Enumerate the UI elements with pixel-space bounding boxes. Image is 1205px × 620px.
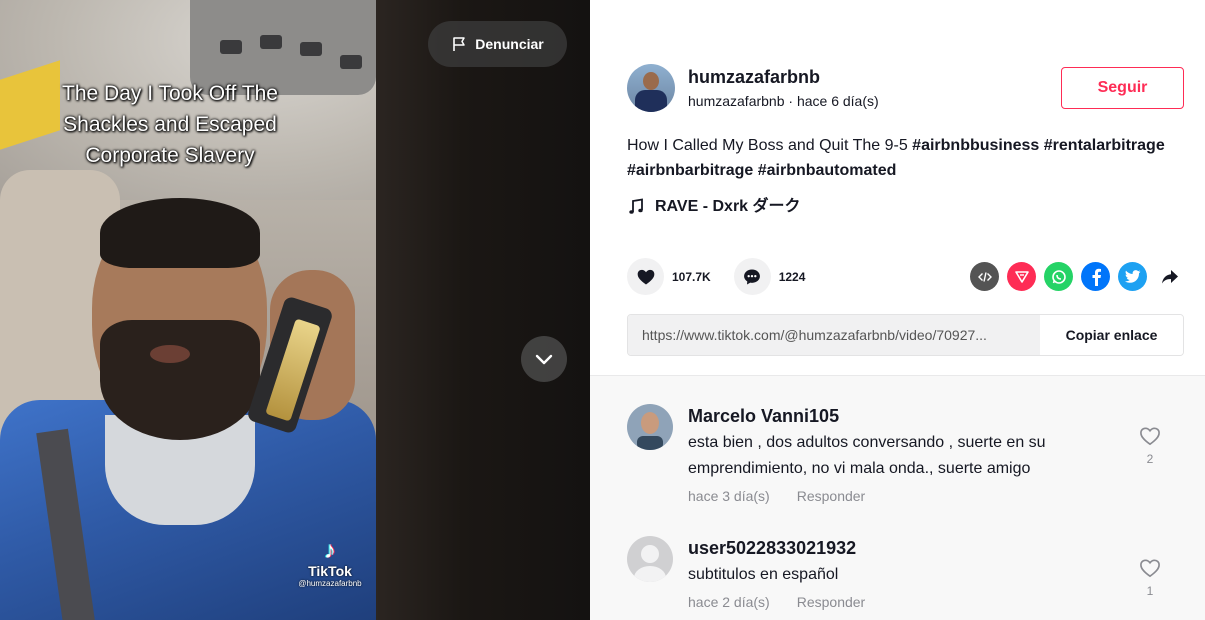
caption-line: Corporate Slavery bbox=[85, 144, 255, 167]
comment-time: hace 2 día(s) bbox=[688, 594, 770, 610]
facebook-icon[interactable] bbox=[1081, 262, 1110, 291]
comment-body: Marcelo Vanni105 esta bien , dos adultos… bbox=[688, 404, 1118, 504]
console-button bbox=[300, 42, 322, 56]
engagement-stats: 107.7K 1224 bbox=[627, 258, 828, 295]
watermark-handle: @humzazafarbnb bbox=[298, 579, 362, 588]
author-name[interactable]: humzazafarbnb bbox=[688, 65, 879, 89]
author-subtitle: humzazafarbnb · hace 6 día(s) bbox=[688, 93, 879, 109]
author-avatar[interactable] bbox=[627, 64, 675, 112]
person-hair bbox=[100, 198, 260, 268]
console-button bbox=[340, 55, 362, 69]
music-note-icon bbox=[629, 198, 643, 214]
copy-link-box: https://www.tiktok.com/@humzazafarbnb/vi… bbox=[627, 314, 1184, 356]
heart-outline-icon bbox=[1140, 427, 1160, 446]
avatar-face bbox=[643, 72, 659, 90]
comment-text: esta bien , dos adultos conversando , su… bbox=[688, 434, 1046, 477]
video-url-field[interactable]: https://www.tiktok.com/@humzazafarbnb/vi… bbox=[628, 315, 1040, 355]
tiktok-logo-icon: ♪ bbox=[324, 537, 336, 564]
video-player[interactable]: The Day I Took Off The Shackles and Esca… bbox=[0, 0, 590, 620]
watermark-brand: TikTok bbox=[308, 563, 352, 579]
send-icon[interactable] bbox=[1007, 262, 1036, 291]
comment-time: hace 3 día(s) bbox=[688, 488, 770, 504]
details-panel: humzazafarbnb humzazafarbnb · hace 6 día… bbox=[590, 0, 1205, 620]
console-button bbox=[220, 40, 242, 54]
next-video-button[interactable] bbox=[521, 336, 567, 382]
person-mouth bbox=[150, 345, 190, 363]
twitter-icon[interactable] bbox=[1118, 262, 1147, 291]
tiktok-video-page: The Day I Took Off The Shackles and Esca… bbox=[0, 0, 1205, 620]
comment-text: subtitulos en español bbox=[688, 566, 839, 583]
whatsapp-icon[interactable] bbox=[1044, 262, 1073, 291]
tiktok-watermark: ♪ TikTok @humzazafarbnb bbox=[285, 538, 375, 589]
report-button[interactable]: Denunciar bbox=[428, 21, 567, 67]
follow-button[interactable]: Seguir bbox=[1061, 67, 1184, 109]
video-description: How I Called My Boss and Quit The 9-5 #a… bbox=[627, 133, 1167, 183]
like-count: 107.7K bbox=[672, 269, 711, 284]
comment-stat[interactable]: 1224 bbox=[733, 258, 806, 295]
comment-like[interactable]: 1 bbox=[1137, 558, 1163, 598]
comment-bubble-icon bbox=[744, 269, 761, 284]
author-header: humzazafarbnb humzazafarbnb · hace 6 día… bbox=[627, 64, 879, 112]
comments-section: Marcelo Vanni105 esta bien , dos adultos… bbox=[590, 375, 1205, 620]
embed-icon[interactable] bbox=[970, 262, 999, 291]
comment-button[interactable] bbox=[733, 258, 771, 295]
comment-like-count: 2 bbox=[1146, 452, 1154, 466]
comment-meta: hace 3 día(s) Responder bbox=[688, 488, 1118, 504]
reply-link[interactable]: Responder bbox=[797, 488, 866, 504]
commenter-name[interactable]: user5022833021932 bbox=[688, 536, 1118, 560]
comment-like[interactable]: 2 bbox=[1137, 426, 1163, 466]
reply-link[interactable]: Responder bbox=[797, 594, 866, 610]
like-stat[interactable]: 107.7K bbox=[627, 258, 711, 295]
commenter-avatar[interactable] bbox=[627, 404, 673, 450]
video-blur-background bbox=[376, 0, 590, 620]
like-button[interactable] bbox=[627, 258, 664, 295]
person-beard bbox=[100, 320, 260, 440]
heart-icon bbox=[637, 269, 654, 284]
comment-like-count: 1 bbox=[1146, 584, 1154, 598]
comment-count: 1224 bbox=[778, 269, 806, 284]
music-title: RAVE - Dxrk ダーク bbox=[655, 198, 801, 215]
chevron-down-icon bbox=[535, 354, 553, 365]
caption-line: Shackles and Escaped bbox=[63, 113, 277, 136]
heart-outline-icon bbox=[1140, 559, 1160, 578]
hashtag-link[interactable]: #airbnbautomated bbox=[758, 162, 897, 179]
commenter-name[interactable]: Marcelo Vanni105 bbox=[688, 404, 1118, 428]
music-link[interactable]: RAVE - Dxrk ダーク bbox=[627, 195, 801, 219]
video-frame[interactable]: The Day I Took Off The Shackles and Esca… bbox=[0, 0, 376, 620]
comment-body: user5022833021932 subtitulos en español … bbox=[688, 536, 1118, 610]
report-label: Denunciar bbox=[475, 36, 544, 52]
hashtag-link[interactable]: #airbnbbusiness bbox=[912, 137, 1039, 154]
comment-meta: hace 2 día(s) Responder bbox=[688, 594, 1118, 610]
description-text: How I Called My Boss and Quit The 9-5 bbox=[627, 137, 913, 154]
console-button bbox=[260, 35, 282, 49]
video-caption-overlay: The Day I Took Off The Shackles and Esca… bbox=[20, 78, 320, 171]
commenter-avatar[interactable] bbox=[627, 536, 673, 582]
share-arrow-icon[interactable] bbox=[1155, 262, 1184, 291]
author-info: humzazafarbnb humzazafarbnb · hace 6 día… bbox=[688, 65, 879, 111]
hashtag-link[interactable]: #airbnbarbitrage bbox=[627, 162, 753, 179]
share-buttons bbox=[970, 262, 1184, 291]
avatar-suit bbox=[635, 90, 667, 112]
caption-line: The Day I Took Off The bbox=[62, 82, 278, 105]
copy-link-button[interactable]: Copiar enlace bbox=[1040, 315, 1183, 355]
flag-icon bbox=[453, 37, 466, 51]
hashtag-link[interactable]: #rentalarbitrage bbox=[1044, 137, 1165, 154]
